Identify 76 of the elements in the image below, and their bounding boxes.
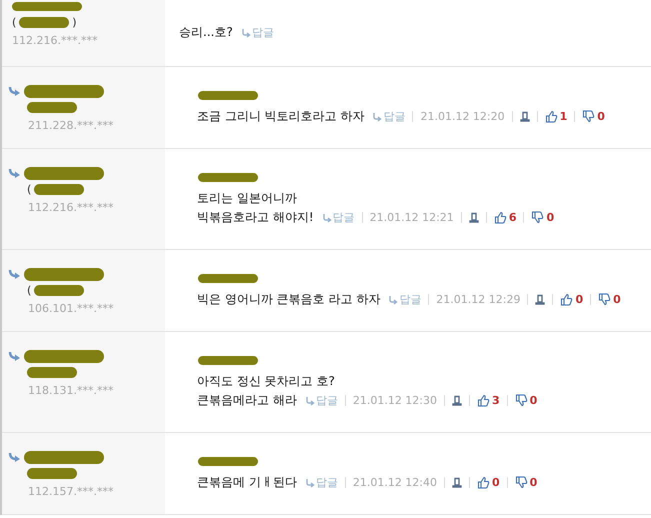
reply-arrow-icon <box>8 351 21 361</box>
redaction-mark <box>27 366 77 378</box>
reply-arrow-icon <box>304 396 315 406</box>
thumbs-up-icon <box>560 293 574 306</box>
comment-date: 21.01.12 12:40 <box>352 476 438 489</box>
ip-address: 112.157.***.*** <box>27 484 114 498</box>
like-count: 0 <box>492 476 500 489</box>
paren-text: ( <box>12 16 16 28</box>
comment-text: 아직도 정신 못차리고 호? <box>197 373 335 390</box>
like-button[interactable]: 6 <box>494 211 516 224</box>
redaction-mark <box>198 91 258 100</box>
redaction-mark <box>19 16 70 28</box>
thumbs-up-icon <box>544 110 558 123</box>
paren-text: ( <box>27 284 32 296</box>
comment-text: 빅은 영어니까 큰볶음호 라고 하자 <box>197 291 380 308</box>
like-button[interactable]: 0 <box>560 293 584 306</box>
dislike-count: 0 <box>613 293 621 306</box>
ip-address: 118.131.***.*** <box>27 383 114 397</box>
comment-text: 빅볶음호라고 해야지! <box>197 209 314 226</box>
ip-address: 112.216.***.*** <box>11 33 98 47</box>
redaction-mark <box>12 2 82 10</box>
dislike-button[interactable]: 0 <box>531 211 554 224</box>
comment-date: 21.01.12 12:21 <box>370 211 454 224</box>
redaction-mark <box>34 284 84 296</box>
thumbs-up-icon <box>477 476 490 489</box>
redaction-mark <box>27 468 77 478</box>
comment-text: 조금 그리니 빅토리호라고 하자 <box>197 108 364 125</box>
dislike-button[interactable]: 0 <box>582 110 605 123</box>
dislike-count: 0 <box>546 211 554 224</box>
reply-arrow-icon <box>240 28 251 38</box>
redaction-mark <box>198 457 258 466</box>
comment-text: 큰볶음메라고 해라 <box>197 392 297 409</box>
comment-text: 토리는 일본어니까 <box>197 190 297 207</box>
like-count: 3 <box>492 394 500 407</box>
redaction-mark <box>198 274 258 283</box>
reply-arrow-icon <box>322 212 332 222</box>
like-button[interactable]: 3 <box>477 394 500 407</box>
reply-arrow-icon <box>388 294 398 304</box>
thumbs-down-icon <box>598 293 612 306</box>
like-count: 0 <box>575 293 584 306</box>
thumbs-up-icon <box>477 394 490 407</box>
thumbs-down-icon <box>514 476 528 489</box>
dislike-button[interactable]: 0 <box>598 293 621 306</box>
redaction-mark <box>27 102 77 112</box>
ip-address: 106.101.***.*** <box>27 301 114 315</box>
redaction-mark <box>198 356 258 365</box>
like-count: 6 <box>508 211 516 224</box>
reply-arrow-icon <box>8 452 21 462</box>
dislike-count: 0 <box>530 394 538 407</box>
reply-arrow-icon <box>304 478 315 488</box>
thumbs-down-icon <box>514 394 528 407</box>
thumbs-down-icon <box>531 211 544 224</box>
ip-address: 112.216.***.*** <box>27 200 114 214</box>
comment-date: 21.01.12 12:29 <box>436 293 520 306</box>
ip-address: 211.228.***.*** <box>27 118 114 132</box>
dislike-button[interactable]: 0 <box>514 394 538 407</box>
comment-date: 21.01.12 12:20 <box>420 110 505 123</box>
reply-arrow-icon <box>8 86 21 96</box>
redaction-mark <box>198 173 258 182</box>
like-count: 1 <box>560 110 568 123</box>
like-button[interactable]: 1 <box>544 110 568 123</box>
paren-text: ( <box>27 182 32 196</box>
dislike-button[interactable]: 0 <box>514 476 538 489</box>
like-button[interactable]: 0 <box>477 476 500 489</box>
thumbs-down-icon <box>582 110 596 123</box>
paren-text: ) <box>72 16 77 28</box>
thumbs-up-icon <box>494 211 507 224</box>
comment-text: 큰볶음메 기ㅐ된다 <box>197 474 297 491</box>
redaction-mark <box>34 184 84 194</box>
dislike-count: 0 <box>530 476 538 489</box>
reply-arrow-icon <box>8 269 21 279</box>
reply-arrow-icon <box>8 168 21 178</box>
comment-text: 승리...호? <box>179 24 233 41</box>
reply-arrow-icon <box>372 112 382 122</box>
comment-date: 21.01.12 12:30 <box>352 394 438 407</box>
dislike-count: 0 <box>597 110 605 123</box>
